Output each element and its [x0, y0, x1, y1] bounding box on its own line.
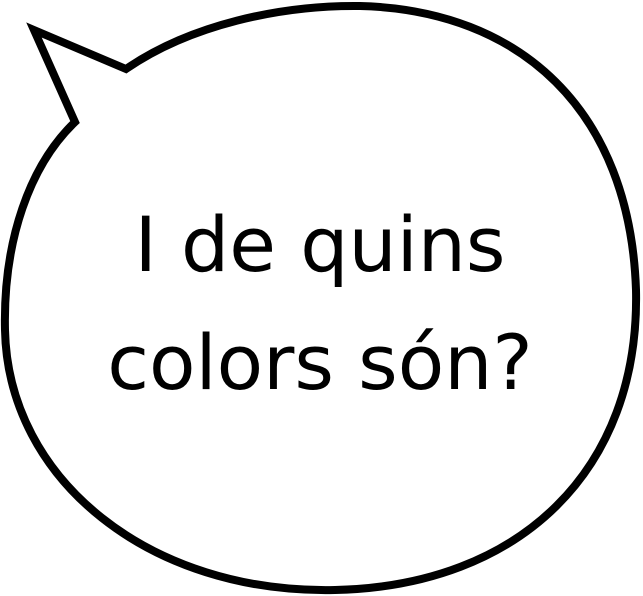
- speech-bubble-text: I de quins colors són?: [60, 186, 580, 422]
- speech-bubble-line-1: I de quins: [134, 200, 506, 289]
- speech-bubble-canvas: I de quins colors són?: [0, 0, 643, 596]
- speech-bubble-line-2: colors són?: [107, 318, 533, 407]
